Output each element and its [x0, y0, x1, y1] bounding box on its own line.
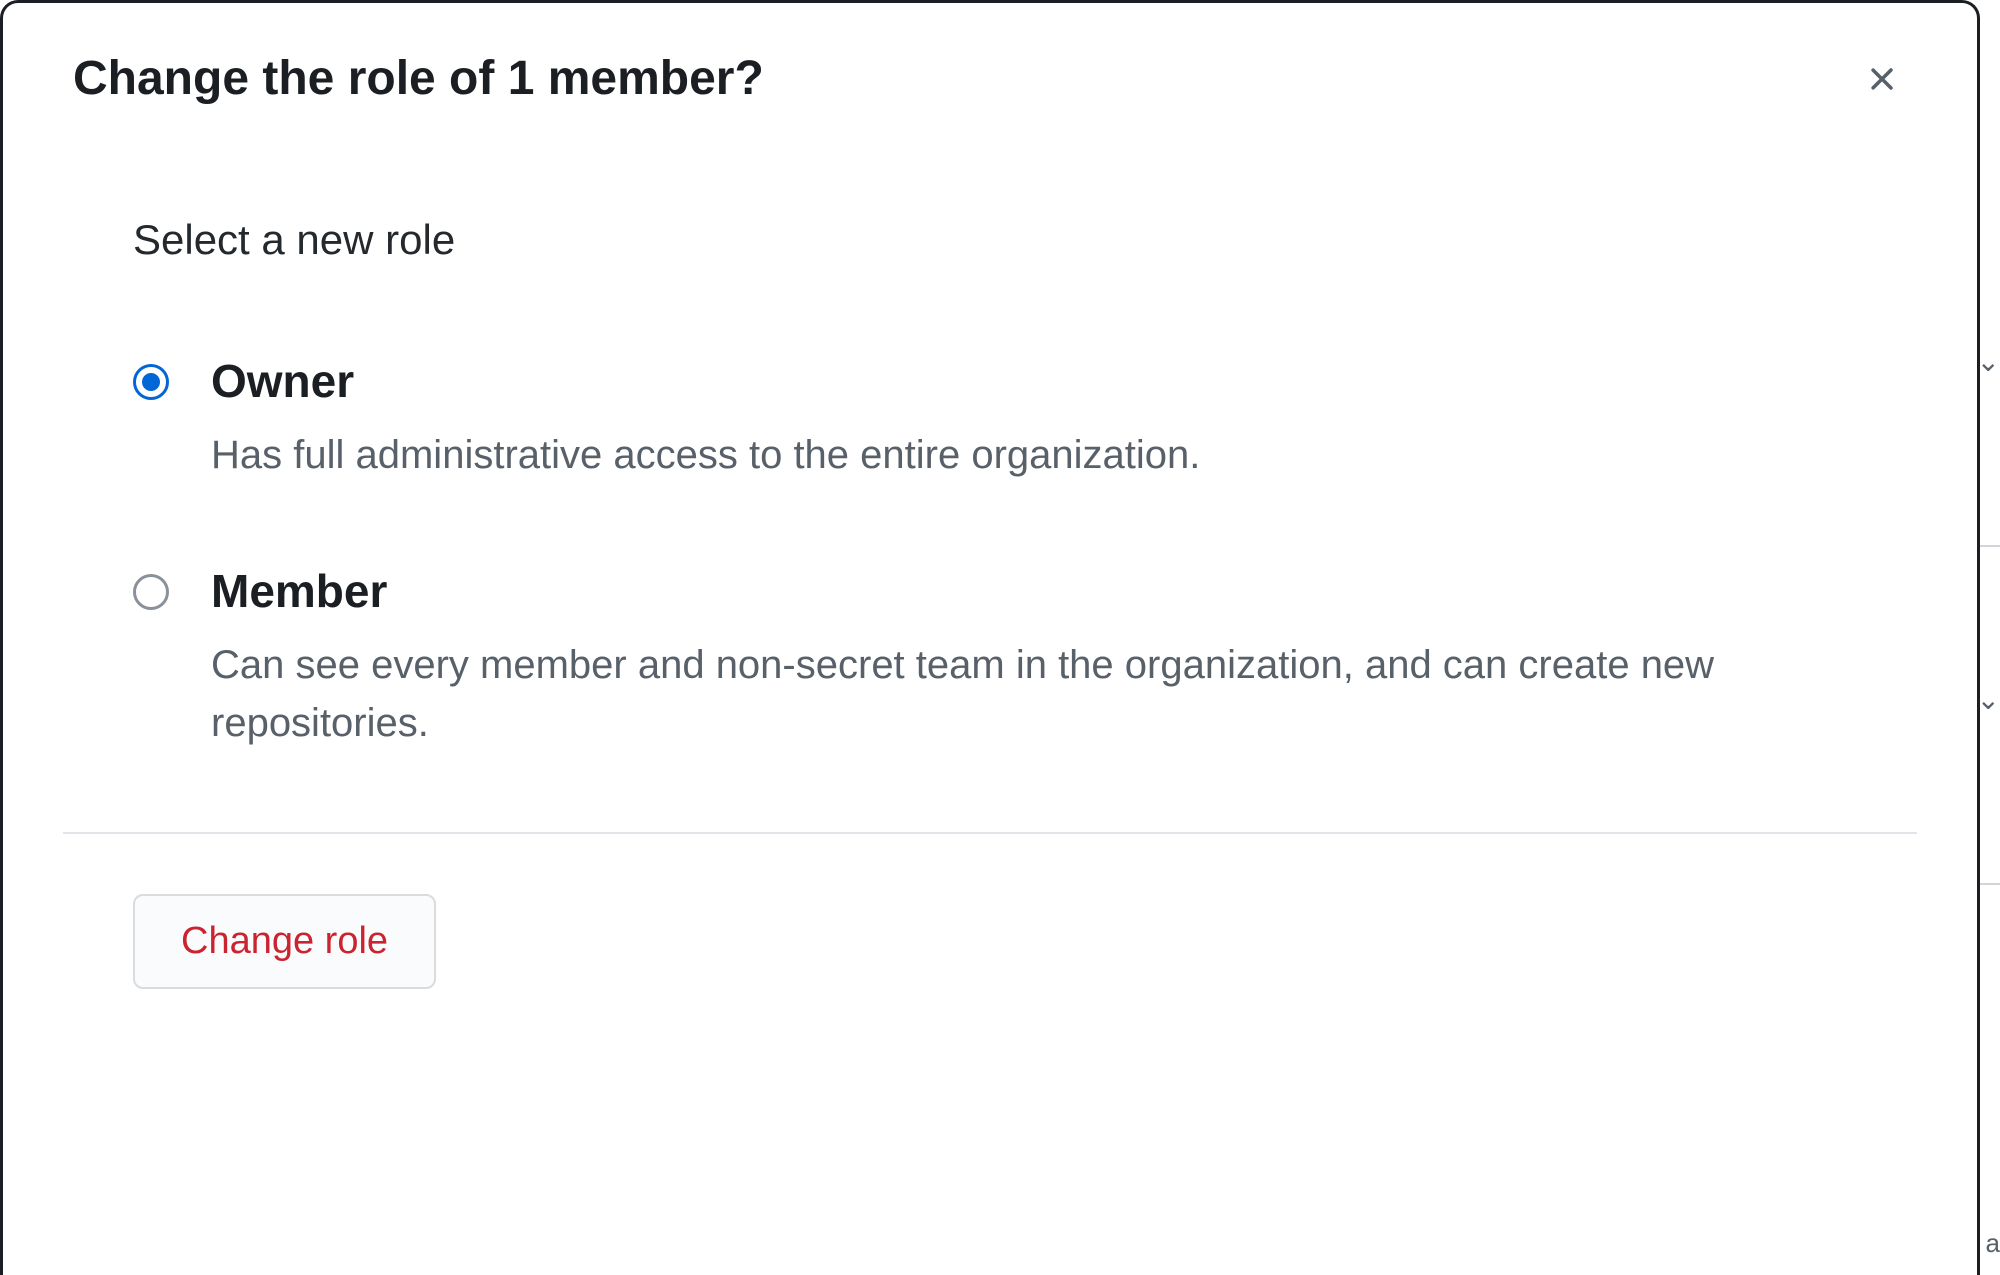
dialog-body: Select a new role Owner Has full adminis…	[3, 106, 1977, 752]
background-chevron-icon: ⌄	[1977, 348, 2000, 376]
role-option-text: Member Can see every member and non-secr…	[211, 564, 1847, 752]
role-option-description: Has full administrative access to the en…	[211, 426, 1771, 484]
close-button[interactable]	[1857, 54, 1907, 104]
role-option-member[interactable]: Member Can see every member and non-secr…	[133, 564, 1847, 752]
select-role-prompt: Select a new role	[133, 216, 1847, 264]
role-option-label[interactable]: Owner	[211, 354, 1847, 408]
change-role-button[interactable]: Change role	[133, 894, 436, 989]
role-option-description: Can see every member and non-secret team…	[211, 636, 1771, 752]
radio-owner[interactable]	[133, 364, 169, 400]
dialog-footer: Change role	[3, 834, 1977, 1049]
close-icon	[1863, 60, 1901, 98]
background-divider	[1980, 545, 2000, 547]
role-option-text: Owner Has full administrative access to …	[211, 354, 1847, 484]
dialog-title: Change the role of 1 member?	[73, 51, 764, 106]
background-text-fragment: a	[1986, 1230, 2000, 1256]
dialog-header: Change the role of 1 member?	[3, 3, 1977, 106]
background-chevron-icon: ⌄	[1977, 686, 2000, 714]
change-role-dialog: Change the role of 1 member? Select a ne…	[0, 0, 1980, 1275]
role-option-label[interactable]: Member	[211, 564, 1847, 618]
background-divider	[1980, 883, 2000, 885]
radio-member[interactable]	[133, 574, 169, 610]
role-option-owner[interactable]: Owner Has full administrative access to …	[133, 354, 1847, 484]
